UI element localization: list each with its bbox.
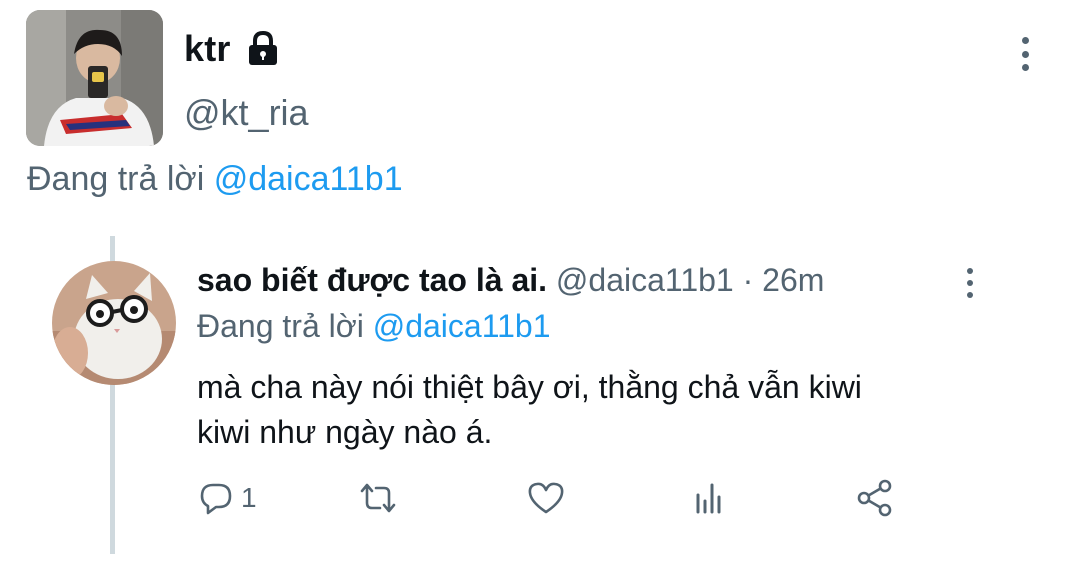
heart-icon: [528, 482, 564, 514]
author-handle[interactable]: @kt_ria: [184, 92, 309, 134]
reply-author-avatar[interactable]: [52, 261, 176, 385]
retweet-button[interactable]: [358, 478, 398, 518]
reply-timestamp[interactable]: 26m: [762, 262, 824, 298]
share-icon: [857, 479, 892, 517]
reply-count: 1: [241, 482, 257, 513]
replying-to-line: Đang trả lời @daica11b1: [27, 160, 403, 199]
replying-prefix: Đang trả lời: [27, 160, 205, 198]
reply-replying-to-line: Đang trả lời @daica11b1: [197, 308, 551, 345]
reply-text-line-1: mà cha này nói thiệt bây ơi, thằng chả v…: [197, 369, 862, 405]
author-avatar[interactable]: [26, 10, 163, 146]
reply-replying-to-mention[interactable]: @daica11b1: [373, 308, 551, 344]
author-name-text: ktr: [184, 28, 231, 69]
reply-replying-prefix: Đang trả lời: [197, 308, 364, 344]
share-button[interactable]: [856, 478, 894, 518]
reply-text-line-2: kiwi như ngày nào á.: [197, 414, 493, 450]
like-button[interactable]: [527, 478, 565, 518]
author-display-name[interactable]: ktr: [184, 28, 283, 70]
reply-author-name[interactable]: sao biết được tao là ai.: [197, 262, 547, 298]
reply-text: mà cha này nói thiệt bây ơi, thằng chả v…: [197, 365, 1017, 455]
analytics-icon: [696, 483, 721, 514]
replying-to-mention[interactable]: @daica11b1: [214, 160, 403, 198]
analytics-button[interactable]: [692, 478, 726, 518]
reply-more-options-icon[interactable]: [962, 268, 978, 298]
time-separator: ·: [742, 262, 754, 298]
reply-button[interactable]: 1: [199, 478, 257, 518]
reply-icon: [200, 483, 232, 515]
retweet-icon: [360, 483, 396, 513]
profile-photo: [26, 10, 163, 146]
reply-author-handle[interactable]: @daica11b1: [556, 262, 734, 298]
cat-with-glasses-photo: [52, 261, 176, 385]
reply-header: sao biết được tao là ai. @daica11b1 · 26…: [197, 262, 824, 299]
more-options-icon[interactable]: [1017, 37, 1033, 71]
lock-icon: [243, 29, 283, 69]
